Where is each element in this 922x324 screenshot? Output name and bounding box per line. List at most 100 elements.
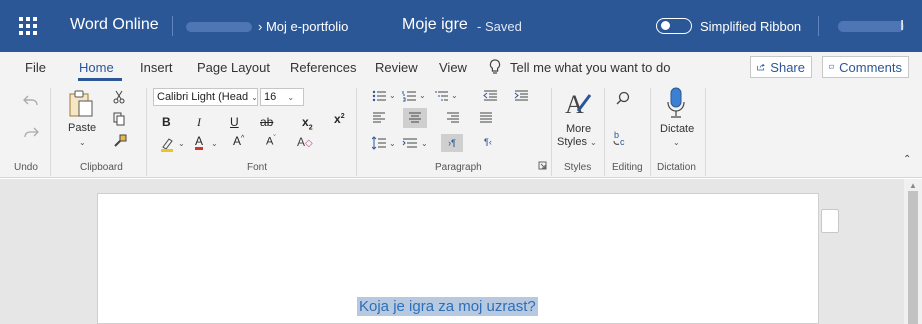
vertical-scrollbar[interactable]: ▲ <box>904 179 922 324</box>
breadcrumb-folder[interactable]: › Moj e-portfolio <box>258 19 348 34</box>
ribbon: Undo Paste ⌄ Clipboard Calibri Light (He… <box>0 82 922 178</box>
multilevel-list-icon[interactable] <box>434 90 448 102</box>
clear-formatting-button[interactable]: A◇ <box>297 135 313 149</box>
styles-icon[interactable]: A <box>564 89 592 119</box>
styles-label-line2[interactable]: Styles ⌄ <box>557 136 597 148</box>
ltr-button[interactable]: ›¶ <box>441 134 463 152</box>
more-styles-label[interactable]: More <box>566 123 591 135</box>
group-separator <box>356 88 357 176</box>
tab-page-layout[interactable]: Page Layout <box>197 60 270 75</box>
document-page[interactable]: Koja je igra za moj uzrast? <box>97 193 819 324</box>
align-center-icon <box>409 112 421 123</box>
undo-icon[interactable] <box>23 94 39 106</box>
styles-group-label: Styles <box>564 162 592 173</box>
title-bar: Word Online › Moj e-portfolio Moje igre … <box>0 0 922 52</box>
paragraph-settings-icon[interactable] <box>538 161 547 170</box>
paragraph-spacing-dropdown-icon[interactable]: ⌄ <box>421 139 428 148</box>
shrink-font-button[interactable]: Aˇ <box>266 135 276 148</box>
group-separator <box>551 88 552 176</box>
superscript-button[interactable]: x2 <box>334 112 345 126</box>
subscript-button[interactable]: x2 <box>302 115 313 131</box>
copy-icon[interactable] <box>113 112 125 126</box>
grow-font-button[interactable]: A^ <box>233 134 244 148</box>
format-painter-icon[interactable] <box>113 134 127 148</box>
dictate-label[interactable]: Dictate <box>660 123 694 135</box>
align-center-button[interactable] <box>403 108 427 128</box>
tab-review[interactable]: Review <box>375 60 418 75</box>
line-spacing-dropdown-icon[interactable]: ⌄ <box>389 139 396 148</box>
share-icon <box>757 63 765 71</box>
app-name[interactable]: Word Online <box>70 16 159 34</box>
document-heading-text[interactable]: Koja je igra za moj uzrast? <box>357 297 538 316</box>
dictation-group-label: Dictation <box>657 162 696 173</box>
underline-button[interactable]: U <box>230 115 239 129</box>
rtl-button[interactable]: ¶‹ <box>484 137 492 147</box>
multilevel-dropdown-icon[interactable]: ⌄ <box>451 91 458 100</box>
group-separator <box>604 88 605 176</box>
font-size-select[interactable]: 16 ⌄ <box>260 88 304 106</box>
scroll-up-arrow-icon[interactable]: ▲ <box>909 181 917 190</box>
ribbon-tabs: File Home Insert Page Layout References … <box>0 52 922 82</box>
align-left-icon[interactable] <box>372 112 386 124</box>
bullets-dropdown-icon[interactable]: ⌄ <box>389 91 396 100</box>
justify-icon[interactable] <box>479 112 493 124</box>
comments-label: Comments <box>839 59 902 75</box>
account-name-suffix[interactable]: I <box>900 17 904 34</box>
editing-group-label: Editing <box>612 162 643 173</box>
clipboard-group-label: Clipboard <box>80 162 123 173</box>
app-launcher-icon[interactable] <box>19 17 37 35</box>
font-family-select[interactable]: Calibri Light (Head ⌄ <box>153 88 258 106</box>
tab-view[interactable]: View <box>439 60 467 75</box>
tab-insert[interactable]: Insert <box>140 60 173 75</box>
increase-indent-icon[interactable] <box>514 90 528 102</box>
group-separator <box>50 88 51 176</box>
line-spacing-icon[interactable] <box>372 136 386 150</box>
tell-me-search[interactable]: Tell me what you want to do <box>510 60 670 75</box>
redo-icon[interactable] <box>23 126 39 138</box>
italic-button[interactable]: I <box>197 115 201 130</box>
highlight-icon[interactable] <box>160 136 176 152</box>
tab-home[interactable]: Home <box>79 60 114 75</box>
group-separator <box>705 88 706 176</box>
numbering-icon[interactable] <box>402 90 416 102</box>
dictate-dropdown-icon[interactable]: ⌄ <box>673 138 680 147</box>
replace-icon[interactable]: b c <box>613 130 631 146</box>
blurred-owner-name <box>186 22 252 32</box>
font-color-dropdown-icon[interactable]: ⌄ <box>211 139 218 148</box>
paragraph-spacing-icon[interactable] <box>402 136 418 150</box>
undo-group-label: Undo <box>14 162 38 173</box>
document-name[interactable]: Moje igre <box>402 16 468 34</box>
simplified-ribbon-toggle[interactable] <box>656 18 692 34</box>
tab-file[interactable]: File <box>25 60 46 75</box>
highlight-dropdown-icon[interactable]: ⌄ <box>178 139 185 148</box>
font-color-button[interactable]: A <box>195 135 204 150</box>
comments-button[interactable]: Comments <box>822 56 909 78</box>
tab-references[interactable]: References <box>290 60 356 75</box>
title-separator <box>172 16 173 36</box>
share-label: Share <box>770 59 805 75</box>
numbering-dropdown-icon[interactable]: ⌄ <box>419 91 426 100</box>
strikethrough-button[interactable]: ab <box>260 115 273 129</box>
font-group-label: Font <box>247 162 268 173</box>
side-panel-tab[interactable] <box>821 209 839 233</box>
paste-icon[interactable] <box>68 90 94 118</box>
group-separator <box>650 88 651 176</box>
title-separator <box>818 16 819 36</box>
share-button[interactable]: Share <box>750 56 812 78</box>
paragraph-group-label: Paragraph <box>435 162 482 173</box>
decrease-indent-icon[interactable] <box>483 90 497 102</box>
paste-label[interactable]: Paste <box>68 122 96 134</box>
microphone-icon[interactable] <box>666 87 686 119</box>
svg-text:c: c <box>620 137 625 146</box>
active-tab-indicator <box>78 78 122 81</box>
collapse-ribbon-icon[interactable]: ⌃ <box>903 154 911 165</box>
document-canvas[interactable]: Koja je igra za moj uzrast? <box>0 179 904 324</box>
blurred-account-name[interactable] <box>838 21 904 32</box>
scrollbar-thumb[interactable] <box>908 191 918 324</box>
paste-dropdown-icon[interactable]: ⌄ <box>79 138 86 147</box>
bold-button[interactable]: B <box>162 115 171 129</box>
cut-icon[interactable] <box>113 90 125 104</box>
bullets-icon[interactable] <box>372 90 386 102</box>
find-icon[interactable] <box>616 91 630 105</box>
align-right-icon[interactable] <box>446 112 460 124</box>
